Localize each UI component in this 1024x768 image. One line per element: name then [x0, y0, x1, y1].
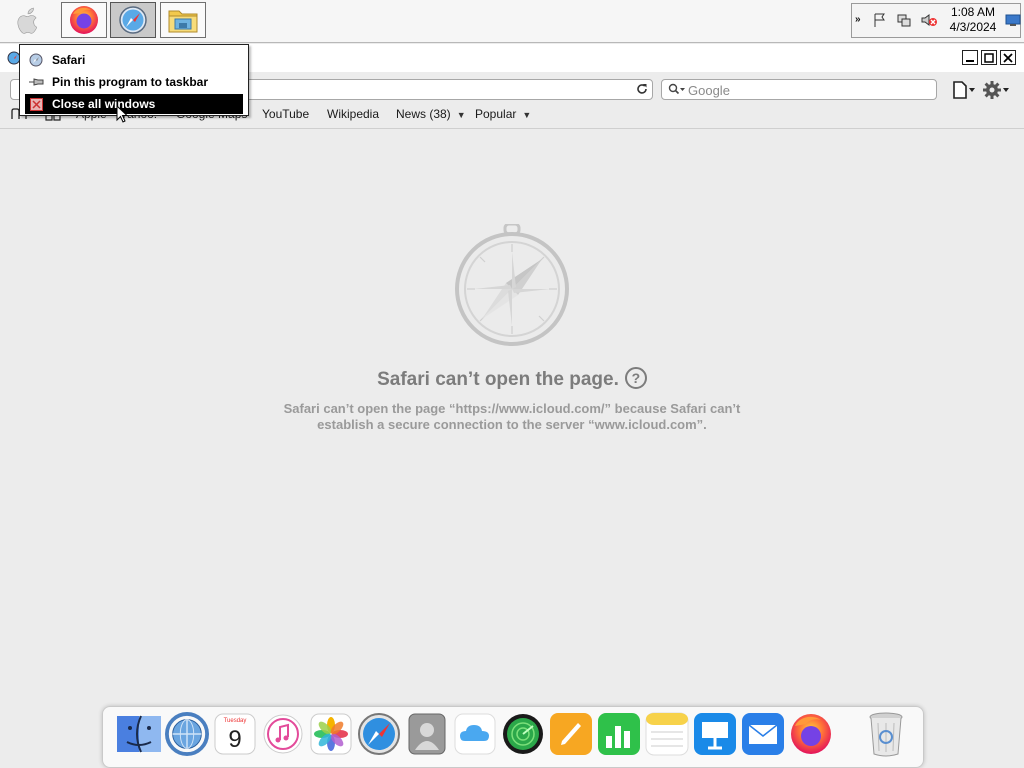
music-icon	[263, 714, 303, 754]
dock-icloud[interactable]	[453, 712, 497, 756]
toolbar-divider	[0, 128, 1024, 129]
dock-mail[interactable]	[741, 712, 785, 756]
icloud-icon	[454, 713, 496, 755]
clock[interactable]: 1:08 AM 4/3/2024	[942, 5, 1004, 35]
safari-icon	[358, 713, 400, 755]
taskbar-explorer-button[interactable]	[160, 2, 206, 38]
jumplist-item-label: Safari	[52, 53, 86, 67]
apple-menu-icon[interactable]	[10, 4, 44, 38]
page-menu-icon[interactable]	[952, 81, 976, 102]
dock-network[interactable]	[165, 712, 209, 756]
trash-icon	[869, 712, 903, 757]
jumplist-item-pin[interactable]: Pin this program to taskbar	[25, 72, 243, 92]
help-button[interactable]: ?	[624, 367, 647, 389]
reload-icon[interactable]	[635, 82, 649, 99]
keynote-icon	[694, 713, 736, 755]
dock-notes[interactable]	[645, 712, 689, 756]
dock-pages[interactable]	[549, 712, 593, 756]
bookmark-youtube[interactable]: YouTube	[262, 107, 309, 121]
dock-keynote[interactable]	[693, 712, 737, 756]
minimize-button[interactable]	[962, 50, 978, 65]
dock-trash[interactable]	[864, 712, 908, 757]
bookmark-news-folder[interactable]: News (38) ▼	[396, 107, 466, 121]
tray-overflow-icon[interactable]: »	[855, 14, 861, 25]
bookmark-popular-folder[interactable]: Popular ▼	[475, 107, 531, 121]
jumplist-item-safari[interactable]: Safari	[25, 50, 243, 70]
jumplist-item-close-all[interactable]: Close all windows	[25, 94, 243, 114]
calendar-day: 9	[228, 726, 242, 753]
chevron-down-icon: ▼	[522, 110, 532, 120]
settings-gear-icon[interactable]	[982, 80, 1010, 103]
dock-safari[interactable]	[357, 712, 401, 756]
notes-icon	[645, 712, 689, 756]
clock-date: 4/3/2024	[949, 20, 997, 34]
bookmark-wikipedia[interactable]: Wikipedia	[327, 107, 379, 121]
clock-time: 1:08 AM	[950, 5, 996, 19]
error-message: Safari can’t open the page “https://www.…	[283, 401, 741, 432]
taskbar: » 1:08 AM 4/3/2024	[0, 0, 1024, 43]
dock-contacts[interactable]	[405, 712, 449, 756]
safari-icon	[119, 6, 147, 34]
pages-icon	[550, 713, 592, 755]
pin-icon	[28, 74, 44, 90]
firefox-icon	[70, 6, 98, 34]
photos-icon	[310, 713, 352, 755]
safari-compass-icon	[452, 222, 572, 351]
jumplist-item-label: Close all windows	[52, 97, 156, 111]
numbers-icon	[598, 713, 640, 755]
dock-music[interactable]	[261, 712, 305, 756]
close-window-icon	[28, 96, 44, 112]
mouse-cursor-icon	[116, 104, 129, 126]
dock-calendar[interactable]: Tuesday 9	[213, 712, 257, 756]
search-field[interactable]: Google	[661, 79, 937, 100]
calendar-weekday: Tuesday	[223, 718, 247, 724]
mail-icon	[742, 713, 784, 755]
show-desktop-icon[interactable]	[1005, 14, 1021, 29]
dock-firefox[interactable]	[789, 712, 833, 756]
jumplist-item-label: Pin this program to taskbar	[52, 75, 209, 89]
bookmark-popular-label: Popular	[475, 107, 517, 121]
network-status-icon[interactable]	[896, 12, 912, 31]
chevron-down-icon: ▼	[456, 110, 466, 120]
dock-finder[interactable]	[117, 712, 161, 756]
find-my-icon	[503, 714, 543, 754]
taskbar-firefox-button[interactable]	[61, 2, 107, 38]
taskbar-safari-button[interactable]	[110, 2, 156, 38]
network-icon	[165, 712, 209, 756]
dock-numbers[interactable]	[597, 712, 641, 756]
maximize-button[interactable]	[981, 50, 997, 65]
search-icon	[668, 83, 686, 99]
error-title-text: Safari can’t open the page.	[377, 369, 619, 390]
jumplist-menu: Safari Pin this program to taskbar Close…	[19, 44, 249, 116]
action-center-flag-icon[interactable]	[872, 12, 888, 31]
search-placeholder: Google	[688, 83, 730, 98]
bookmark-news-label: News (38)	[396, 107, 451, 121]
contacts-icon	[408, 713, 446, 755]
finder-icon	[117, 715, 161, 753]
firefox-icon	[791, 714, 831, 754]
volume-muted-icon[interactable]	[920, 12, 938, 31]
safari-icon	[28, 52, 44, 68]
dock-find-my[interactable]	[501, 712, 545, 756]
error-title: Safari can’t open the page.?	[0, 367, 1024, 391]
safari-window: Google Apple Yahoo! Google Maps YouTube …	[0, 44, 1024, 730]
close-button[interactable]	[1000, 50, 1016, 65]
dock-photos[interactable]	[309, 712, 353, 756]
folder-icon	[168, 10, 198, 33]
